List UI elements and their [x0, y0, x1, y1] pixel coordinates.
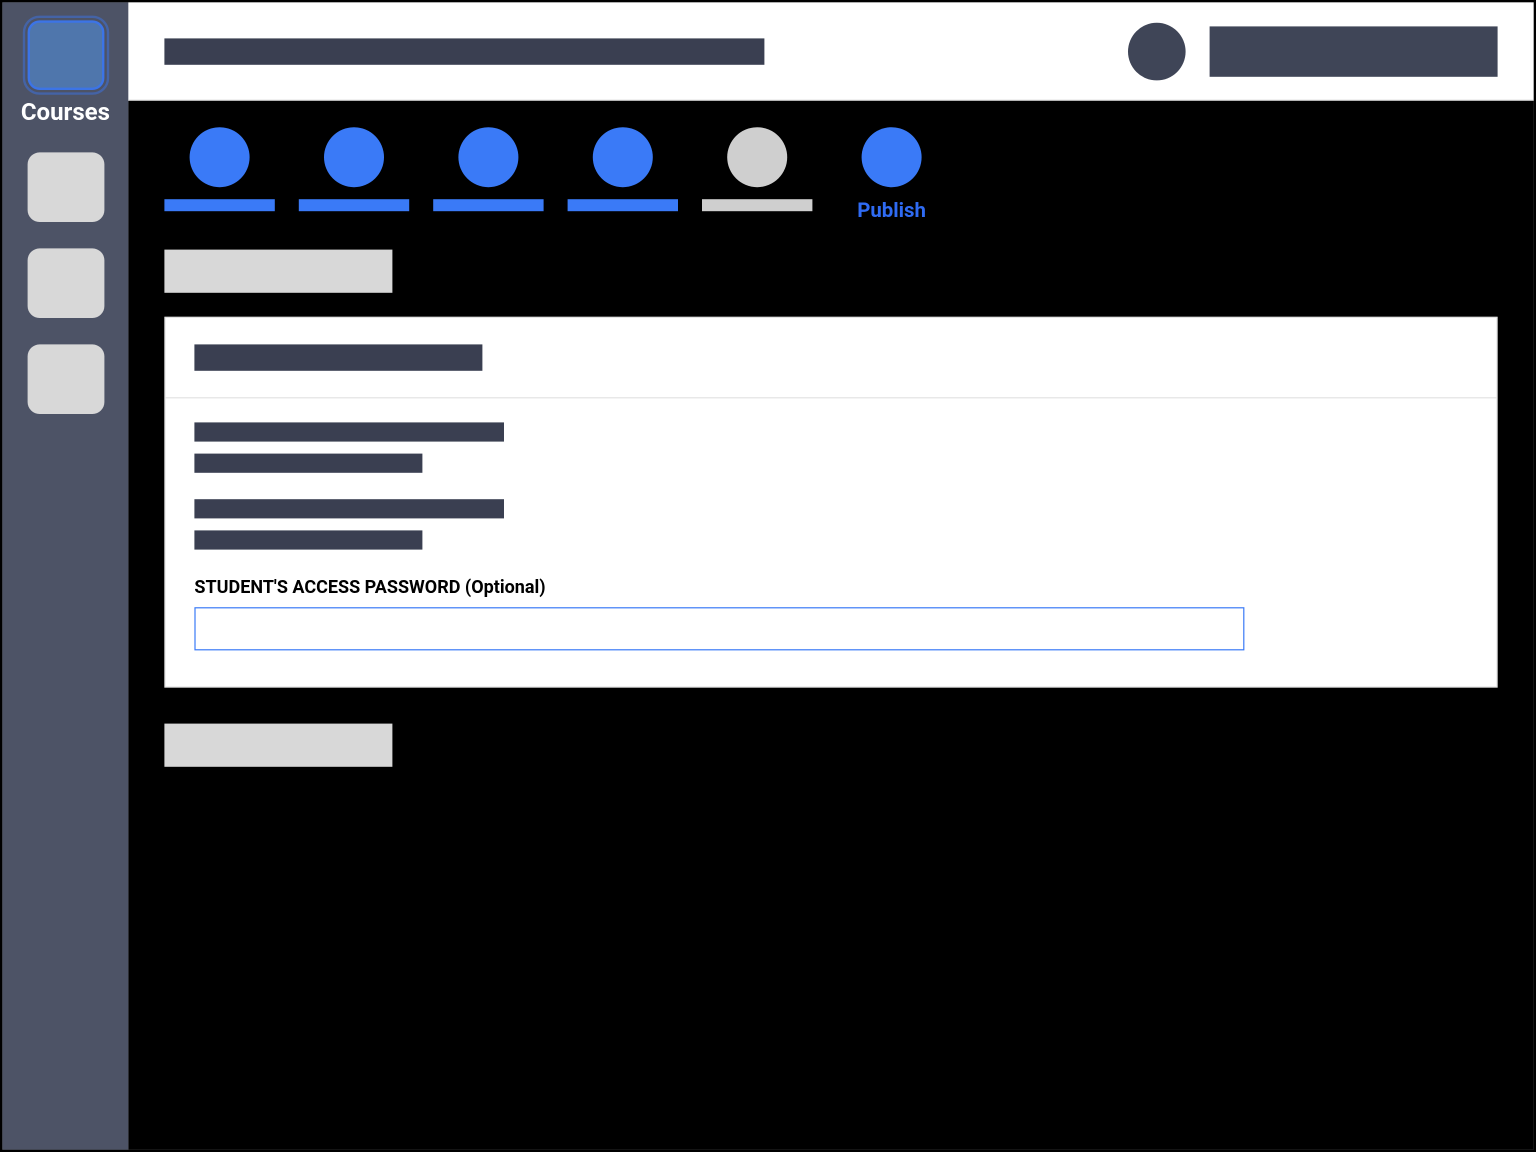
step-circle-icon [862, 127, 922, 187]
step-label-bar [299, 199, 409, 211]
section-title [164, 250, 392, 293]
step-circle-icon [324, 127, 384, 187]
sidebar-item-2[interactable] [27, 152, 104, 222]
step-label-bar [568, 199, 678, 211]
sidebar-item-label: Courses [21, 97, 110, 126]
step-label: Publish [857, 199, 926, 223]
step-5-current[interactable] [702, 127, 812, 223]
avatar[interactable] [1128, 22, 1186, 80]
step-circle-icon [190, 127, 250, 187]
content: Publish STUDENT'S ACCESS [128, 101, 1533, 1150]
placeholder-icon [27, 344, 104, 414]
stepper: Publish [164, 127, 1497, 223]
placeholder-icon [27, 248, 104, 318]
text-line [194, 454, 422, 473]
sidebar-item-courses[interactable]: Courses [21, 20, 110, 126]
sidebar-item-3[interactable] [27, 248, 104, 318]
panel-heading [194, 344, 482, 370]
panel-header [166, 318, 1497, 398]
settings-panel: STUDENT'S ACCESS PASSWORD (Optional) [164, 317, 1497, 688]
step-1[interactable] [164, 127, 274, 223]
panel-body: STUDENT'S ACCESS PASSWORD (Optional) [166, 398, 1497, 686]
text-block-1 [194, 422, 1467, 472]
step-label-bar [433, 199, 543, 211]
sidebar-item-4[interactable] [27, 344, 104, 414]
student-access-password-input[interactable] [194, 607, 1244, 650]
password-field-label: STUDENT'S ACCESS PASSWORD (Optional) [194, 576, 1467, 598]
step-4[interactable] [568, 127, 678, 223]
text-line [194, 499, 504, 518]
courses-icon [27, 20, 104, 90]
page-title [164, 38, 764, 64]
text-block-2 [194, 499, 1467, 549]
step-circle-icon [593, 127, 653, 187]
step-3[interactable] [433, 127, 543, 223]
user-block[interactable] [1210, 26, 1498, 76]
text-line [194, 530, 422, 549]
step-circle-icon [727, 127, 787, 187]
placeholder-icon [27, 152, 104, 222]
primary-action-button[interactable] [164, 724, 392, 767]
sidebar: Courses [2, 2, 128, 1149]
topbar [128, 2, 1533, 100]
text-line [194, 422, 504, 441]
app-frame: Courses [0, 0, 1536, 1152]
main-area: Publish STUDENT'S ACCESS [128, 2, 1533, 1149]
step-label-bar [702, 199, 812, 211]
step-2[interactable] [299, 127, 409, 223]
step-label-bar [164, 199, 274, 211]
step-publish[interactable]: Publish [836, 127, 946, 223]
step-circle-icon [458, 127, 518, 187]
